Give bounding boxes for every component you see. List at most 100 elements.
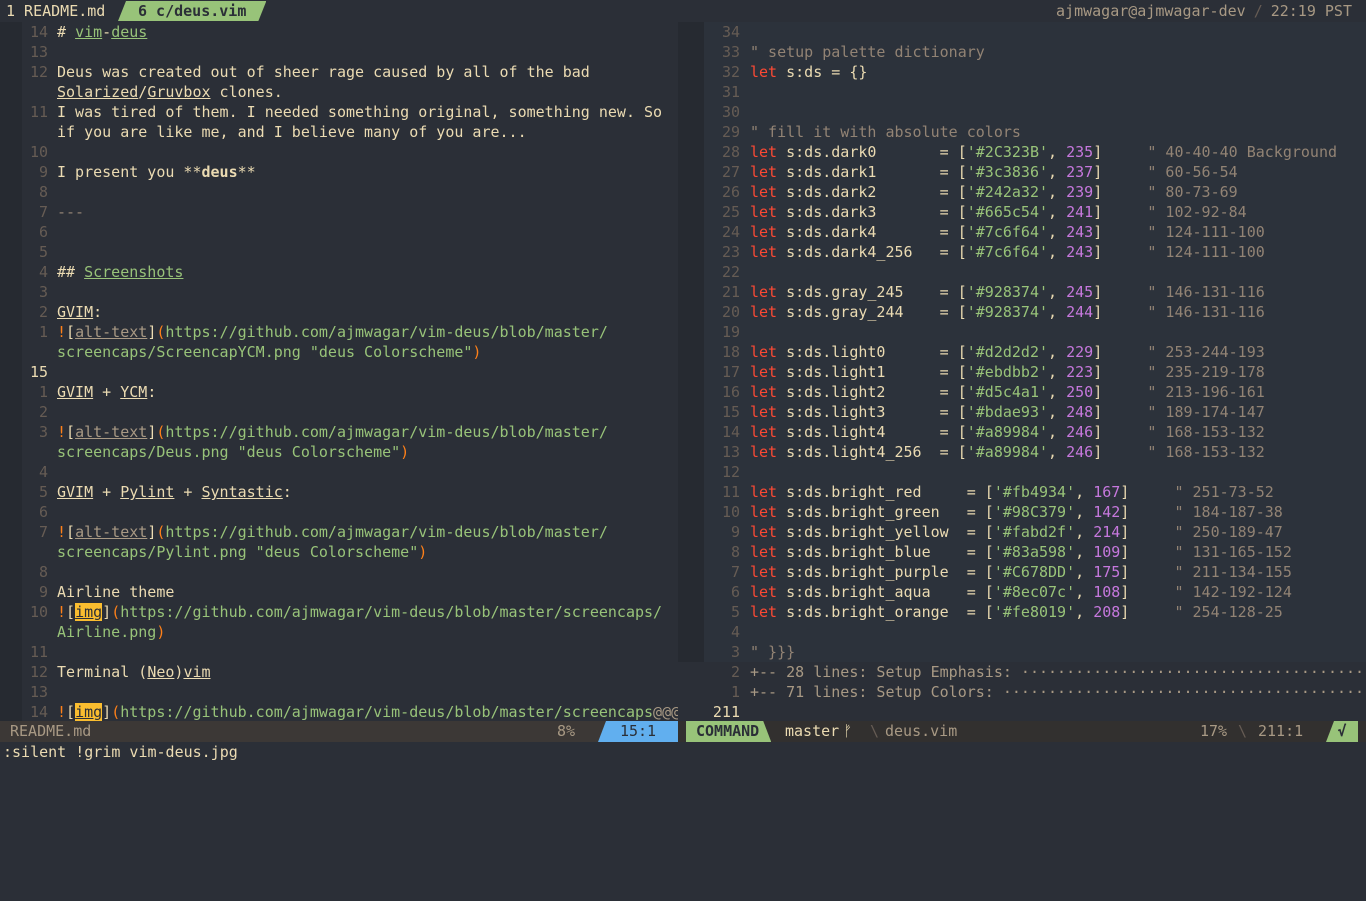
code-line[interactable]: if you are like me, and I believe many o… xyxy=(0,122,527,142)
code-line[interactable]: 24 let s:ds.dark4 = ['#7c6f64', 243] " 12… xyxy=(678,222,1265,242)
code-line[interactable]: 15 let s:ds.light3 = ['#bdae93', 248] " 1… xyxy=(678,402,1265,422)
line-number: 9 xyxy=(730,523,740,541)
code-line[interactable]: 1 GVIM + YCM: xyxy=(0,382,156,402)
line-number: 10 xyxy=(29,603,48,621)
code-line[interactable]: Solarized/Gruvbox clones. xyxy=(0,82,283,102)
token-num: 243 xyxy=(1066,223,1094,241)
code-line[interactable]: 23 let s:ds.dark4_256 = ['#7c6f64', 243] … xyxy=(678,242,1265,262)
code-line[interactable]: 17 let s:ds.light1 = ['#ebdbb2', 223] " 2… xyxy=(678,362,1265,382)
code-line[interactable]: 13 xyxy=(0,682,57,702)
code-line[interactable]: 11 let s:ds.bright_red = ['#fb4934', 167]… xyxy=(678,482,1274,502)
code-line[interactable]: 13 let s:ds.light4_256 = ['#a89984', 246]… xyxy=(678,442,1265,462)
code-line[interactable]: 11 I was tired of them. I needed somethin… xyxy=(0,102,662,122)
token-str: '#7c6f64' xyxy=(966,243,1049,261)
code-line[interactable]: 2 xyxy=(0,402,57,422)
code-line[interactable]: 14 # vim-deus xyxy=(0,22,147,42)
code-line[interactable]: 8 xyxy=(0,182,57,202)
code-line[interactable]: 10 ![img](https://github.com/ajmwagar/vim… xyxy=(0,602,662,622)
code-line[interactable]: 2 +-- 28 lines: Setup Emphasis: ·········… xyxy=(678,662,1366,682)
line-number: 17 xyxy=(721,363,740,381)
code-line[interactable]: 28 let s:ds.dark0 = ['#2C323B', 235] " 40… xyxy=(678,142,1337,162)
token-text: s:ds.gray_245 = [ xyxy=(777,283,967,301)
code-line[interactable]: 20 let s:ds.gray_244 = ['#928374', 244] "… xyxy=(678,302,1265,322)
code-line[interactable]: 7 --- xyxy=(0,202,84,222)
line-text: let s:ds.bright_aqua = ['#8ec07c', 108] … xyxy=(750,583,1292,601)
code-line[interactable]: Airline.png) xyxy=(0,622,165,642)
tab-deus-vim[interactable]: 6 c/deus.vim xyxy=(118,1,266,21)
token-under: GVIM xyxy=(57,483,94,501)
code-line[interactable]: 22 xyxy=(678,262,750,282)
code-line[interactable]: 18 let s:ds.light0 = ['#d2d2d2', 229] " 2… xyxy=(678,342,1265,362)
code-line[interactable]: 11 xyxy=(0,642,57,662)
code-line[interactable]: 4 ## Screenshots xyxy=(0,262,183,282)
line-text: let s:ds.light3 = ['#bdae93', 248] " 189… xyxy=(750,403,1265,421)
code-line[interactable]: 14 let s:ds.light4 = ['#a89984', 246] " 1… xyxy=(678,422,1265,442)
code-line[interactable]: 3 " }}} xyxy=(678,642,795,662)
code-line[interactable]: screencaps/ScreencapYCM.png "deus Colors… xyxy=(0,342,481,362)
code-line[interactable]: 4 xyxy=(678,622,750,642)
code-line[interactable]: 5 xyxy=(0,242,57,262)
code-line[interactable]: 32 let s:ds = {} xyxy=(678,62,867,82)
code-line[interactable]: 25 let s:ds.dark3 = ['#665c54', 241] " 10… xyxy=(678,202,1247,222)
code-line[interactable]: 1 ![alt-text](https://github.com/ajmwagar… xyxy=(0,322,608,342)
code-line[interactable]: 8 xyxy=(0,562,57,582)
code-line[interactable]: 5 GVIM + Pylint + Syntastic: xyxy=(0,482,292,502)
line-text: let s:ds.light4_256 = ['#a89984', 246] "… xyxy=(750,443,1265,461)
code-line[interactable]: 6 xyxy=(0,502,57,522)
code-line[interactable]: 9 Airline theme xyxy=(0,582,174,602)
code-line[interactable]: 26 let s:ds.dark2 = ['#242a32', 239] " 80… xyxy=(678,182,1238,202)
code-line[interactable]: 3 ![alt-text](https://github.com/ajmwagar… xyxy=(0,422,608,442)
token-str: '#a89984' xyxy=(966,443,1049,461)
code-line[interactable]: 6 xyxy=(0,222,57,242)
token-com: " 102-92-84 xyxy=(1147,203,1247,221)
code-line[interactable]: 33 " setup palette dictionary xyxy=(678,42,985,62)
code-line[interactable]: 7 let s:ds.bright_purple = ['#C678DD', 17… xyxy=(678,562,1292,582)
token-num: 244 xyxy=(1066,303,1094,321)
code-line[interactable]: 16 let s:ds.light2 = ['#d5c4a1', 250] " 2… xyxy=(678,382,1265,402)
tab-readme[interactable]: 1 README.md xyxy=(0,1,111,21)
code-line[interactable]: 12 Deus was created out of sheer rage cau… xyxy=(0,62,590,82)
token-text: : xyxy=(282,483,292,501)
code-line[interactable]: 5 let s:ds.bright_orange = ['#fe8019', 20… xyxy=(678,602,1283,622)
code-line[interactable]: 34 xyxy=(678,22,750,42)
code-line[interactable]: 211 xyxy=(678,702,750,721)
line-number: 5 xyxy=(38,483,48,501)
code-line[interactable]: 21 let s:ds.gray_245 = ['#928374', 245] "… xyxy=(678,282,1265,302)
code-line[interactable]: 29 " fill it with absolute colors xyxy=(678,122,1021,142)
code-line[interactable]: 9 let s:ds.bright_yellow = ['#fabd2f', 21… xyxy=(678,522,1283,542)
token-kw: let xyxy=(750,143,778,161)
token-text: + xyxy=(174,483,202,501)
deus-vim-editor-pane[interactable]: 34 33 " setup palette dictionary 32 let s:ds… xyxy=(678,22,1366,721)
command-line[interactable]: :silent !grim vim-deus.jpg xyxy=(0,742,1366,768)
code-line[interactable]: 1 +-- 71 lines: Setup Colors: ···········… xyxy=(678,682,1366,702)
code-line[interactable]: 7 ![alt-text](https://github.com/ajmwagar… xyxy=(0,522,608,542)
code-line[interactable]: 8 let s:ds.bright_blue = ['#83a598', 109]… xyxy=(678,542,1292,562)
code-line[interactable]: 9 I present you **deus** xyxy=(0,162,256,182)
code-line[interactable]: 13 xyxy=(0,42,57,62)
code-line[interactable]: 12 Terminal (Neo)vim xyxy=(0,662,211,682)
code-line[interactable]: 15 xyxy=(0,362,57,382)
token-com: " 253-244-193 xyxy=(1147,343,1265,361)
code-line[interactable]: 30 xyxy=(678,102,750,122)
code-line[interactable]: 2 GVIM: xyxy=(0,302,102,322)
code-line[interactable]: screencaps/Deus.png "deus Colorscheme") xyxy=(0,442,409,462)
line-text: I was tired of them. I needed something … xyxy=(57,103,662,121)
code-line[interactable]: 14 ![img](https://github.com/ajmwagar/vim… xyxy=(0,702,678,721)
token-text: ] xyxy=(1093,363,1148,381)
code-line[interactable]: screencaps/Pylint.png "deus Colorscheme"… xyxy=(0,542,427,562)
token-text: ] xyxy=(1120,603,1175,621)
code-line[interactable]: 3 xyxy=(0,282,57,302)
code-line[interactable]: 4 xyxy=(0,462,57,482)
token-text: , xyxy=(1048,343,1067,361)
code-line[interactable]: 12 xyxy=(678,462,750,482)
code-line[interactable]: 10 xyxy=(0,142,57,162)
code-line[interactable]: 27 let s:ds.dark1 = ['#3c3836', 237] " 60… xyxy=(678,162,1238,182)
line-number: 8 xyxy=(38,563,48,581)
token-paren: ( xyxy=(111,703,121,721)
readme-editor-pane[interactable]: 14 # vim-deus 13 12 Deus was created out of … xyxy=(0,22,678,721)
code-line[interactable]: 31 xyxy=(678,82,750,102)
code-line[interactable]: 10 let s:ds.bright_green = ['#98C379', 14… xyxy=(678,502,1283,522)
line-number: 20 xyxy=(721,303,740,321)
code-line[interactable]: 6 let s:ds.bright_aqua = ['#8ec07c', 108]… xyxy=(678,582,1292,602)
code-line[interactable]: 19 xyxy=(678,322,750,342)
